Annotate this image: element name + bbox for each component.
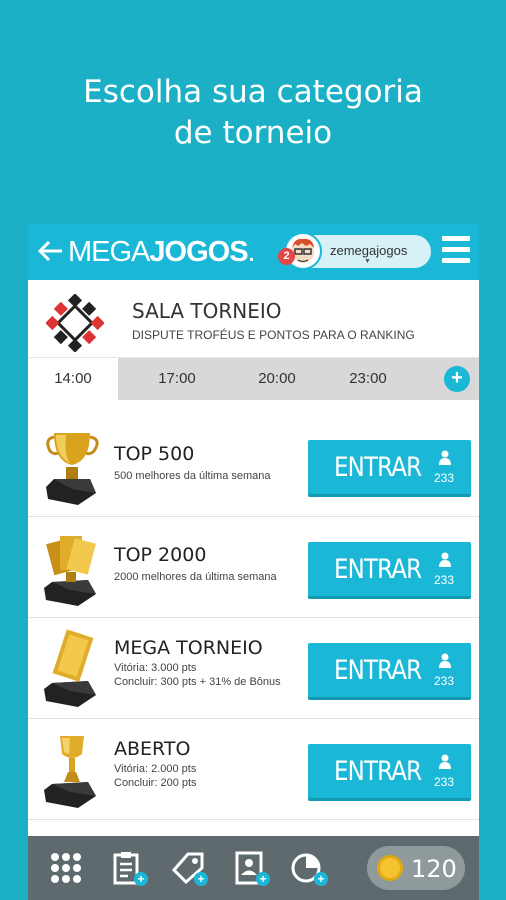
tournament-title: MEGA TORNEIO [114,637,263,659]
logo-light-text: MEGA [68,236,150,268]
player-count: 233 [434,775,455,789]
player-count: 233 [434,471,455,485]
tournament-description: 2000 melhores da última semana [114,571,277,583]
person-icon [438,653,452,669]
person-icon [438,552,452,568]
plus-badge-icon: + [256,872,270,886]
enter-button-label: ENTRAR [334,554,422,585]
enter-button[interactable]: ENTRAR 233 [308,542,471,596]
tab-14-00[interactable]: 14:00 [28,358,118,400]
tournament-prize-win: Vitória: 2.000 pts [114,763,197,775]
player-count: 233 [434,674,455,688]
enter-button-label: ENTRAR [334,756,422,787]
gold-plaque-trophy-icon [42,629,102,709]
enter-button[interactable]: ENTRAR 233 [308,744,471,798]
plus-badge-icon: + [314,872,328,886]
hamburger-menu-icon[interactable] [442,236,470,266]
enter-button-label: ENTRAR [334,452,422,483]
logo-suffix: . [247,236,256,268]
card-suits-icon [45,293,105,353]
megajogos-logo[interactable]: MEGAJOGOS. [68,236,256,269]
app-header: MEGAJOGOS. 2 zemegajogos ▼ [28,224,479,280]
headline-line-2: de torneio [173,115,333,151]
tab-23-00[interactable]: 23:00 [323,358,413,400]
tournament-prize-finish: Concluir: 200 pts [114,777,197,789]
enter-button[interactable]: ENTRAR 233 [308,440,471,494]
tab-17-00[interactable]: 17:00 [132,358,222,400]
tournament-title: ABERTO [114,738,191,760]
tournament-row-top-500: TOP 500 500 melhores da última semana EN… [28,417,479,517]
tournament-row-aberto: ABERTO Vitória: 2.000 pts Concluir: 200 … [28,720,479,820]
tournament-title: TOP 500 [114,443,195,465]
player-count: 233 [434,573,455,587]
tab-20-00[interactable]: 20:00 [232,358,322,400]
gold-cup-trophy-icon [42,427,102,507]
tournament-description: 500 melhores da última semana [114,470,271,482]
room-subtitle: DISPUTE TROFÉUS E PONTOS PARA O RANKING [132,328,415,342]
grid-icon[interactable] [48,850,84,886]
clipboard-plus-icon[interactable]: + [110,850,148,886]
add-time-icon[interactable]: + [444,366,470,392]
plus-badge-icon: + [194,872,208,886]
time-tabs: 14:00 17:00 20:00 23:00 + [28,358,479,400]
chevron-down-icon: ▼ [364,258,371,265]
coin-balance[interactable]: 120 [367,846,465,890]
profile-card-plus-icon[interactable]: + [232,850,270,886]
arrow-left-icon[interactable] [36,236,64,266]
coin-amount: 120 [411,855,457,883]
gold-goblet-trophy-icon [42,730,102,810]
tournament-row-top-2000: TOP 2000 2000 melhores da última semana … [28,518,479,618]
logo-bold-text: JOGOS [149,236,248,268]
room-title: SALA TORNEIO [132,299,282,323]
tournament-row-mega-torneio: MEGA TORNEIO Vitória: 3.000 pts Concluir… [28,619,479,719]
headline-line-1: Escolha sua categoria [83,74,423,110]
tournament-prize-win: Vitória: 3.000 pts [114,662,197,674]
enter-button[interactable]: ENTRAR 233 [308,643,471,697]
gold-cards-trophy-icon [42,528,102,608]
plus-badge-icon: + [134,872,148,886]
enter-button-label: ENTRAR [334,655,422,686]
bottom-bar: + + + + 120 [28,836,479,900]
person-icon [438,450,452,466]
pie-chart-plus-icon[interactable]: + [290,850,328,886]
person-icon [438,754,452,770]
coin-icon [377,855,403,881]
tag-plus-icon[interactable]: + [170,850,208,886]
notification-badge: 2 [278,248,295,265]
tournament-title: TOP 2000 [114,544,207,566]
tournament-prize-finish: Concluir: 300 pts + 31% de Bônus [114,676,281,688]
headline: Escolha sua categoria de torneio [0,72,506,154]
room-header: SALA TORNEIO DISPUTE TROFÉUS E PONTOS PA… [28,280,479,358]
username[interactable]: zemegajogos [330,243,407,258]
app-screen: MEGAJOGOS. 2 zemegajogos ▼ SALA TORNEIO … [28,224,479,900]
